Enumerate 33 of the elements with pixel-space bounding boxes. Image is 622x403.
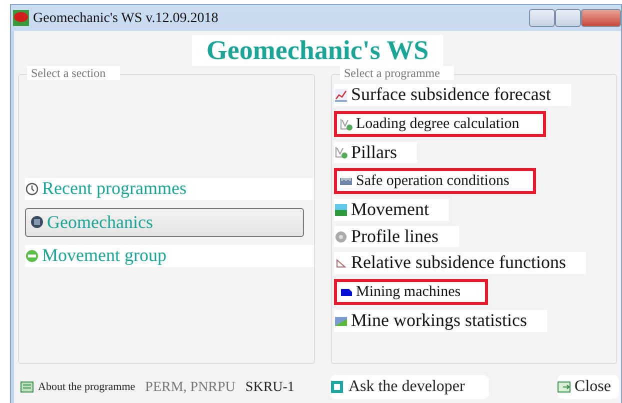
app-heading: Geomechanic's WS (192, 35, 443, 66)
chart-icon (334, 88, 348, 102)
programme-item[interactable]: Loading degree calculation (334, 110, 546, 137)
programme-item[interactable]: Surface subsidence forecast (334, 84, 571, 106)
exit-icon (556, 380, 571, 394)
programme-item[interactable]: Pillars (334, 142, 418, 164)
window-title: Geomechanic's WS v.12.09.2018 (33, 10, 218, 28)
panel-legend: Select a section (27, 66, 120, 80)
minus-circle-icon (25, 249, 39, 264)
minimize-button[interactable] (529, 9, 555, 27)
programme-item[interactable]: Relative subsidence functions (334, 252, 586, 274)
organization-label: PERM, PNRPU (145, 378, 236, 396)
close-window-button[interactable] (581, 9, 621, 27)
landscape-icon (334, 203, 348, 218)
ask-developer-button[interactable]: Ask the developer (330, 375, 489, 399)
about-button[interactable]: About the programme (20, 378, 136, 396)
chart-plus-icon (339, 116, 353, 131)
clock-icon (25, 182, 39, 196)
message-icon (330, 380, 344, 394)
window-icon (20, 380, 34, 394)
programme-item[interactable]: Profile lines (334, 226, 458, 248)
chart-plus-icon (334, 145, 348, 160)
programme-item[interactable]: Safe operation conditions (334, 168, 536, 194)
panel-legend: Select a programme (340, 66, 454, 80)
triangle-icon (334, 256, 348, 270)
version-code: SKRU-1 (245, 378, 294, 396)
programme-item[interactable]: Mine workings statistics (334, 310, 547, 332)
disc-icon (334, 230, 348, 244)
maximize-button[interactable] (555, 9, 581, 27)
app-icon (13, 10, 29, 26)
programme-item[interactable]: Movement (334, 199, 449, 221)
programme-item[interactable]: Mining machines (334, 279, 488, 306)
close-button[interactable]: Close (556, 375, 619, 399)
